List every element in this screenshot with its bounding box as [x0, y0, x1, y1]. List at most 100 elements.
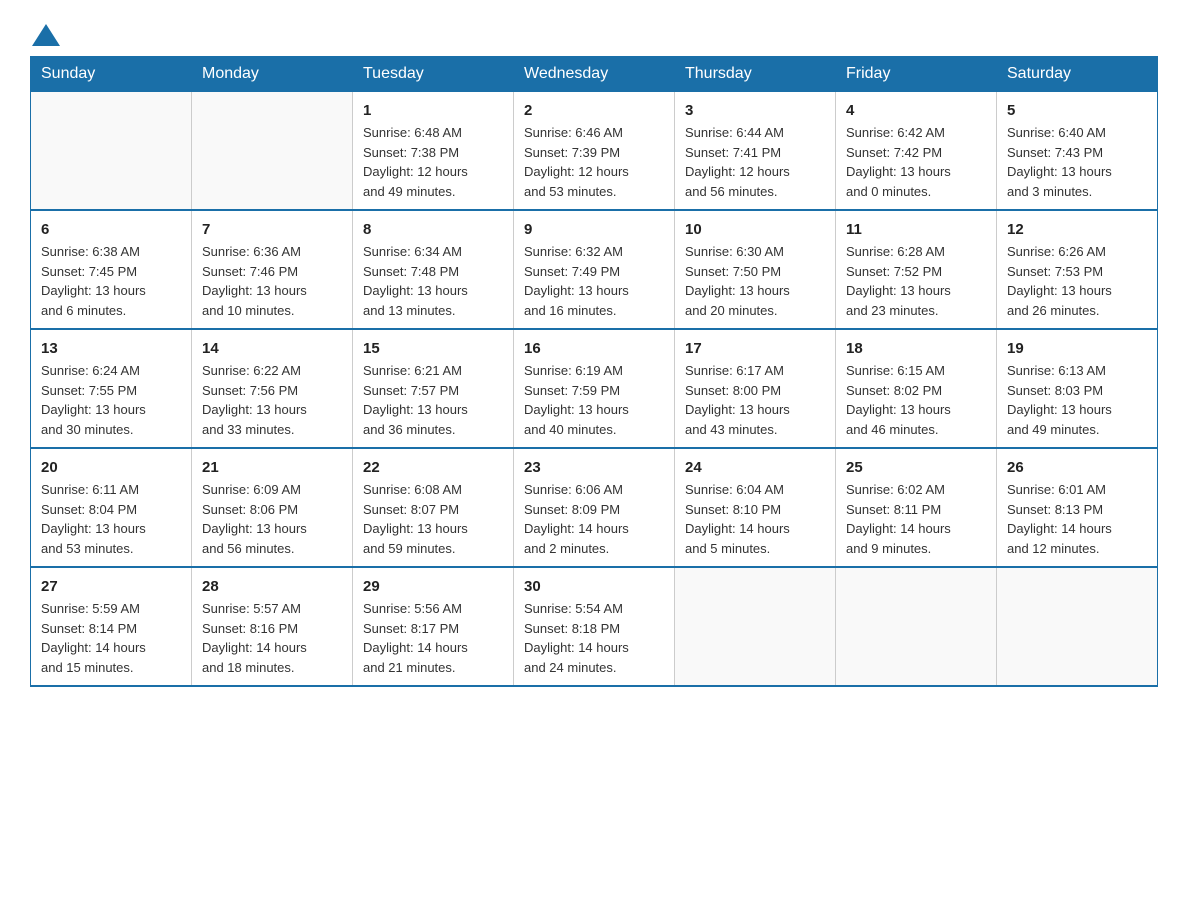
day-number: 9	[524, 219, 664, 240]
day-number: 24	[685, 457, 825, 478]
calendar-cell: 15Sunrise: 6:21 AMSunset: 7:57 PMDayligh…	[353, 329, 514, 448]
day-info: Sunrise: 6:08 AMSunset: 8:07 PMDaylight:…	[363, 480, 503, 558]
day-info: Sunrise: 6:28 AMSunset: 7:52 PMDaylight:…	[846, 242, 986, 320]
day-info: Sunrise: 6:02 AMSunset: 8:11 PMDaylight:…	[846, 480, 986, 558]
page-header	[30, 20, 1158, 46]
day-number: 26	[1007, 457, 1147, 478]
calendar-cell	[997, 567, 1158, 686]
calendar-cell: 17Sunrise: 6:17 AMSunset: 8:00 PMDayligh…	[675, 329, 836, 448]
calendar-week-row: 20Sunrise: 6:11 AMSunset: 8:04 PMDayligh…	[31, 448, 1158, 567]
day-info: Sunrise: 6:19 AMSunset: 7:59 PMDaylight:…	[524, 361, 664, 439]
calendar-cell: 18Sunrise: 6:15 AMSunset: 8:02 PMDayligh…	[836, 329, 997, 448]
calendar-cell: 29Sunrise: 5:56 AMSunset: 8:17 PMDayligh…	[353, 567, 514, 686]
day-number: 8	[363, 219, 503, 240]
day-number: 30	[524, 576, 664, 597]
day-info: Sunrise: 6:13 AMSunset: 8:03 PMDaylight:…	[1007, 361, 1147, 439]
day-number: 4	[846, 100, 986, 121]
weekday-header-monday: Monday	[192, 57, 353, 92]
day-number: 1	[363, 100, 503, 121]
weekday-header-tuesday: Tuesday	[353, 57, 514, 92]
calendar-cell: 9Sunrise: 6:32 AMSunset: 7:49 PMDaylight…	[514, 210, 675, 329]
calendar-table: SundayMondayTuesdayWednesdayThursdayFrid…	[30, 56, 1158, 687]
calendar-cell: 4Sunrise: 6:42 AMSunset: 7:42 PMDaylight…	[836, 92, 997, 211]
day-info: Sunrise: 6:40 AMSunset: 7:43 PMDaylight:…	[1007, 123, 1147, 201]
day-info: Sunrise: 5:56 AMSunset: 8:17 PMDaylight:…	[363, 599, 503, 677]
day-info: Sunrise: 6:21 AMSunset: 7:57 PMDaylight:…	[363, 361, 503, 439]
calendar-cell: 2Sunrise: 6:46 AMSunset: 7:39 PMDaylight…	[514, 92, 675, 211]
day-number: 5	[1007, 100, 1147, 121]
day-number: 13	[41, 338, 181, 359]
logo-triangle-icon	[32, 24, 60, 46]
day-number: 2	[524, 100, 664, 121]
calendar-cell: 1Sunrise: 6:48 AMSunset: 7:38 PMDaylight…	[353, 92, 514, 211]
calendar-cell	[675, 567, 836, 686]
calendar-cell: 25Sunrise: 6:02 AMSunset: 8:11 PMDayligh…	[836, 448, 997, 567]
calendar-cell: 6Sunrise: 6:38 AMSunset: 7:45 PMDaylight…	[31, 210, 192, 329]
day-number: 29	[363, 576, 503, 597]
day-info: Sunrise: 6:15 AMSunset: 8:02 PMDaylight:…	[846, 361, 986, 439]
day-info: Sunrise: 5:57 AMSunset: 8:16 PMDaylight:…	[202, 599, 342, 677]
day-number: 10	[685, 219, 825, 240]
calendar-cell: 30Sunrise: 5:54 AMSunset: 8:18 PMDayligh…	[514, 567, 675, 686]
weekday-header-thursday: Thursday	[675, 57, 836, 92]
calendar-cell: 24Sunrise: 6:04 AMSunset: 8:10 PMDayligh…	[675, 448, 836, 567]
day-number: 19	[1007, 338, 1147, 359]
day-info: Sunrise: 6:34 AMSunset: 7:48 PMDaylight:…	[363, 242, 503, 320]
calendar-cell: 20Sunrise: 6:11 AMSunset: 8:04 PMDayligh…	[31, 448, 192, 567]
logo	[30, 20, 60, 46]
day-number: 28	[202, 576, 342, 597]
calendar-cell: 27Sunrise: 5:59 AMSunset: 8:14 PMDayligh…	[31, 567, 192, 686]
day-number: 14	[202, 338, 342, 359]
day-info: Sunrise: 6:46 AMSunset: 7:39 PMDaylight:…	[524, 123, 664, 201]
day-info: Sunrise: 5:54 AMSunset: 8:18 PMDaylight:…	[524, 599, 664, 677]
day-info: Sunrise: 6:38 AMSunset: 7:45 PMDaylight:…	[41, 242, 181, 320]
day-number: 7	[202, 219, 342, 240]
calendar-cell: 3Sunrise: 6:44 AMSunset: 7:41 PMDaylight…	[675, 92, 836, 211]
calendar-cell: 14Sunrise: 6:22 AMSunset: 7:56 PMDayligh…	[192, 329, 353, 448]
day-info: Sunrise: 6:42 AMSunset: 7:42 PMDaylight:…	[846, 123, 986, 201]
calendar-week-row: 1Sunrise: 6:48 AMSunset: 7:38 PMDaylight…	[31, 92, 1158, 211]
day-number: 22	[363, 457, 503, 478]
day-number: 16	[524, 338, 664, 359]
calendar-cell: 12Sunrise: 6:26 AMSunset: 7:53 PMDayligh…	[997, 210, 1158, 329]
day-info: Sunrise: 6:06 AMSunset: 8:09 PMDaylight:…	[524, 480, 664, 558]
day-number: 6	[41, 219, 181, 240]
day-number: 3	[685, 100, 825, 121]
calendar-cell: 13Sunrise: 6:24 AMSunset: 7:55 PMDayligh…	[31, 329, 192, 448]
day-info: Sunrise: 6:17 AMSunset: 8:00 PMDaylight:…	[685, 361, 825, 439]
weekday-header-sunday: Sunday	[31, 57, 192, 92]
day-info: Sunrise: 6:11 AMSunset: 8:04 PMDaylight:…	[41, 480, 181, 558]
calendar-cell: 19Sunrise: 6:13 AMSunset: 8:03 PMDayligh…	[997, 329, 1158, 448]
calendar-cell: 8Sunrise: 6:34 AMSunset: 7:48 PMDaylight…	[353, 210, 514, 329]
weekday-header-friday: Friday	[836, 57, 997, 92]
day-info: Sunrise: 6:01 AMSunset: 8:13 PMDaylight:…	[1007, 480, 1147, 558]
day-info: Sunrise: 6:26 AMSunset: 7:53 PMDaylight:…	[1007, 242, 1147, 320]
day-number: 21	[202, 457, 342, 478]
day-info: Sunrise: 6:36 AMSunset: 7:46 PMDaylight:…	[202, 242, 342, 320]
calendar-cell: 16Sunrise: 6:19 AMSunset: 7:59 PMDayligh…	[514, 329, 675, 448]
day-info: Sunrise: 6:30 AMSunset: 7:50 PMDaylight:…	[685, 242, 825, 320]
day-number: 23	[524, 457, 664, 478]
weekday-header-row: SundayMondayTuesdayWednesdayThursdayFrid…	[31, 57, 1158, 92]
day-info: Sunrise: 6:32 AMSunset: 7:49 PMDaylight:…	[524, 242, 664, 320]
day-number: 25	[846, 457, 986, 478]
calendar-cell: 5Sunrise: 6:40 AMSunset: 7:43 PMDaylight…	[997, 92, 1158, 211]
day-info: Sunrise: 6:04 AMSunset: 8:10 PMDaylight:…	[685, 480, 825, 558]
calendar-cell: 7Sunrise: 6:36 AMSunset: 7:46 PMDaylight…	[192, 210, 353, 329]
day-number: 11	[846, 219, 986, 240]
calendar-cell: 10Sunrise: 6:30 AMSunset: 7:50 PMDayligh…	[675, 210, 836, 329]
day-number: 27	[41, 576, 181, 597]
calendar-cell: 23Sunrise: 6:06 AMSunset: 8:09 PMDayligh…	[514, 448, 675, 567]
day-number: 15	[363, 338, 503, 359]
day-number: 18	[846, 338, 986, 359]
calendar-cell	[192, 92, 353, 211]
day-info: Sunrise: 6:44 AMSunset: 7:41 PMDaylight:…	[685, 123, 825, 201]
day-info: Sunrise: 6:24 AMSunset: 7:55 PMDaylight:…	[41, 361, 181, 439]
calendar-cell: 21Sunrise: 6:09 AMSunset: 8:06 PMDayligh…	[192, 448, 353, 567]
calendar-cell: 28Sunrise: 5:57 AMSunset: 8:16 PMDayligh…	[192, 567, 353, 686]
day-number: 20	[41, 457, 181, 478]
calendar-cell	[31, 92, 192, 211]
weekday-header-wednesday: Wednesday	[514, 57, 675, 92]
day-info: Sunrise: 6:48 AMSunset: 7:38 PMDaylight:…	[363, 123, 503, 201]
calendar-cell: 22Sunrise: 6:08 AMSunset: 8:07 PMDayligh…	[353, 448, 514, 567]
